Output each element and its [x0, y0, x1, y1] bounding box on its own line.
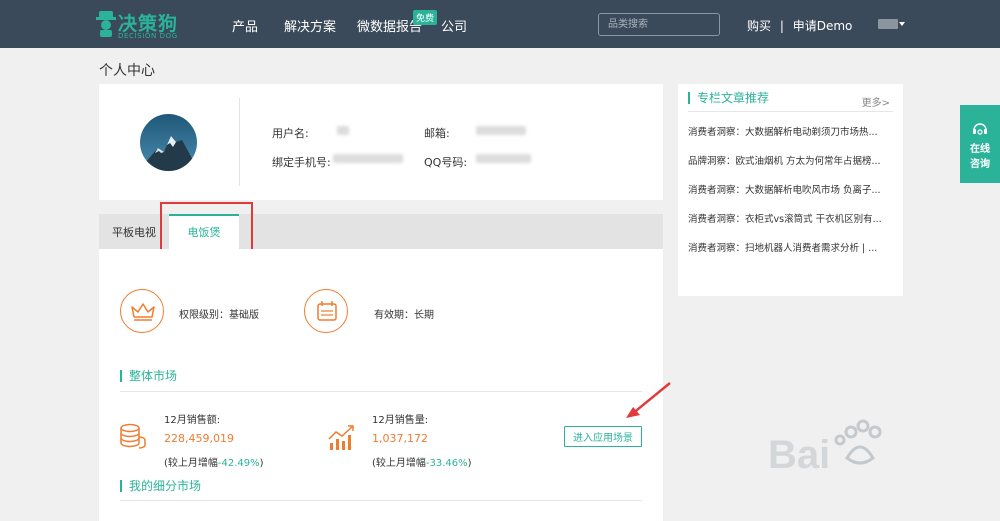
- dog-logo-icon: [96, 11, 116, 37]
- enter-scenario-button[interactable]: 进入应用场景: [564, 426, 642, 447]
- buy-link[interactable]: 购买: [747, 19, 771, 33]
- sales-amount-change-suffix: ): [259, 458, 264, 469]
- consult-line1: 在线: [970, 144, 990, 155]
- svg-text:Bai: Bai: [768, 433, 830, 477]
- sales-volume-label: 12月销售量:: [372, 415, 429, 426]
- link-divider: |: [779, 19, 784, 33]
- header-links: 购买 | 申请Demo: [747, 17, 852, 34]
- sales-amount-label: 12月销售额:: [164, 415, 221, 426]
- section-divider: [120, 391, 642, 392]
- sales-volume-change-prefix: (较上月增幅: [372, 458, 426, 469]
- articles-divider: [688, 111, 893, 112]
- article-item[interactable]: 消费者洞察：大数据解析电动剃须刀市场热...: [688, 124, 898, 138]
- avatar: [140, 114, 197, 171]
- sales-volume-change-suffix: ): [467, 458, 472, 469]
- consult-line2: 咨询: [970, 159, 990, 170]
- mountain-avatar-icon: [140, 114, 197, 171]
- baidu-watermark-logo: Bai: [768, 419, 882, 477]
- top-navbar: 决策狗 DECISION DOG 产品 解决方案 微数据报告 免费 公司 购买 …: [0, 0, 1000, 48]
- sales-amount-change-pct: -42.49%: [217, 458, 260, 469]
- email-label: 邮箱:: [424, 127, 450, 140]
- nav-company[interactable]: 公司: [441, 16, 467, 35]
- article-item[interactable]: 消费者洞察：大数据解析电吹风市场 负离子...: [688, 182, 898, 196]
- free-badge: 免费: [413, 10, 438, 25]
- headset-icon: [973, 123, 987, 135]
- section-divider: [120, 500, 642, 501]
- sales-volume-change: (较上月增幅-33.46%): [372, 454, 472, 469]
- more-articles-link[interactable]: 更多>: [862, 94, 890, 109]
- coins-icon: [120, 423, 146, 449]
- profile-divider: [239, 98, 240, 186]
- sales-amount-change-prefix: (较上月增幅: [164, 458, 218, 469]
- apply-demo-link[interactable]: 申请Demo: [793, 19, 853, 33]
- phone-label: 绑定手机号:: [272, 156, 331, 169]
- qq-label: QQ号码:: [424, 156, 468, 169]
- nav-solutions[interactable]: 解决方案: [284, 16, 336, 35]
- phone-value-redacted: [333, 154, 403, 163]
- sales-amount-value: 228,459,019: [164, 432, 234, 445]
- annotation-arrow: [626, 382, 671, 418]
- logo-subtitle: DECISION DOG: [118, 32, 178, 40]
- sales-amount-change: (较上月增幅-42.49%): [164, 454, 264, 469]
- article-item[interactable]: 消费者洞察：扫地机器人消费者需求分析 | ...: [688, 240, 898, 254]
- qq-value-redacted: [476, 154, 531, 163]
- page-title: 个人中心: [99, 63, 155, 79]
- calendar-icon: [304, 289, 348, 333]
- sales-volume-value: 1,037,172: [372, 432, 428, 445]
- market-panel: 权限级别：基础版 有效期：长期 整体市场 12月销售额: 228,459,019…: [99, 249, 663, 521]
- category-search-input[interactable]: [598, 13, 720, 36]
- online-consult-button[interactable]: 在线 咨询: [960, 105, 1000, 183]
- validity-period: 有效期：长期: [374, 310, 434, 321]
- recommended-articles: 专栏文章推荐 更多> 消费者洞察：大数据解析电动剃须刀市场热... 品牌洞察：欧…: [678, 84, 903, 296]
- nav-products[interactable]: 产品: [232, 16, 258, 35]
- articles-title: 专栏文章推荐: [688, 92, 769, 104]
- article-item[interactable]: 消费者洞察：衣柜式vs滚筒式 干衣机区别有...: [688, 211, 898, 225]
- username-label: 用户名:: [272, 127, 309, 140]
- tab-flat-tv[interactable]: 平板电视: [99, 214, 169, 249]
- permission-level: 权限级别：基础版: [179, 310, 259, 321]
- consult-label: 在线 咨询: [960, 142, 1000, 172]
- email-value-redacted: [476, 126, 526, 135]
- chevron-down-icon[interactable]: [899, 22, 905, 26]
- username-value-redacted: [337, 126, 349, 135]
- crown-icon: [120, 289, 164, 333]
- segment-market-title: 我的细分市场: [120, 480, 201, 492]
- trend-chart-icon: [328, 425, 354, 450]
- sales-volume-change-pct: -33.46%: [425, 458, 468, 469]
- article-item[interactable]: 品牌洞察：欧式油烟机 方太为何常年占据榜...: [688, 153, 898, 167]
- profile-card: 用户名: 邮箱: 绑定手机号: QQ号码:: [99, 84, 663, 200]
- overall-market-title: 整体市场: [120, 370, 177, 382]
- user-menu-avatar[interactable]: [878, 19, 898, 29]
